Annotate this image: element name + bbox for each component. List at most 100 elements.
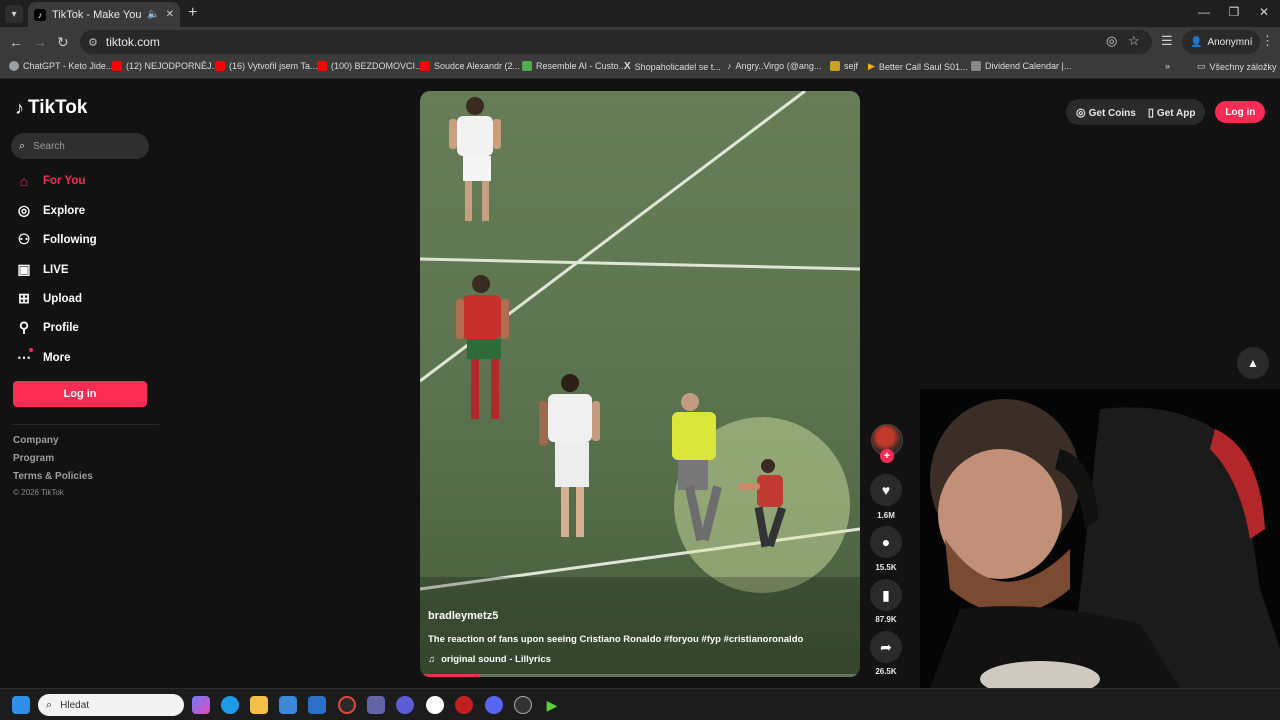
- site-info-icon[interactable]: ⚙: [88, 36, 98, 49]
- browser-tab[interactable]: ♪ TikTok - Make Your Day 🔈 ✕: [28, 2, 180, 27]
- get-app-button[interactable]: ▯ Get App: [1148, 106, 1196, 119]
- video-sound[interactable]: ♫ original sound - Lillyrics: [428, 654, 551, 665]
- forward-icon[interactable]: →: [33, 34, 47, 50]
- menu-kebab-icon[interactable]: ⋮: [1261, 33, 1274, 49]
- windows-taskbar: ⌕ Hledat ▶: [0, 688, 1280, 720]
- bookmark-item[interactable]: Soudce Alexandr (2...: [420, 61, 520, 71]
- tr-icon: [971, 61, 981, 71]
- store-icon[interactable]: [279, 696, 297, 714]
- url-field[interactable]: ⚙ tiktok.com: [80, 30, 1152, 54]
- edge-icon[interactable]: [221, 696, 239, 714]
- video-caption: The reaction of fans upon seeing Cristia…: [428, 634, 804, 645]
- close-window-icon[interactable]: ✕: [1254, 5, 1274, 19]
- reading-list-icon[interactable]: ☰: [1161, 33, 1173, 49]
- youtube-icon: [420, 61, 430, 71]
- nav-for-you[interactable]: ⌂ For You: [15, 173, 86, 189]
- url-text: tiktok.com: [105, 35, 160, 49]
- profile-button[interactable]: 👤 Anonymní: [1182, 30, 1261, 54]
- chrome-icon[interactable]: [338, 696, 356, 714]
- video-username[interactable]: bradleymetz5: [428, 610, 498, 622]
- bookmark-item[interactable]: X Shopaholicadel se t...: [624, 61, 721, 72]
- nav-following[interactable]: ⚇ Following: [15, 231, 97, 248]
- tiktok-logo[interactable]: ♪ TikTok: [15, 97, 87, 119]
- eye-off-icon[interactable]: ◎: [1106, 33, 1117, 49]
- coin-icon: ◎: [1076, 106, 1086, 119]
- back-icon[interactable]: ←: [9, 34, 23, 50]
- bookmarks-overflow-icon[interactable]: »: [1165, 61, 1170, 71]
- green-arrow-icon[interactable]: ▶: [543, 696, 561, 714]
- youtube-icon: [215, 61, 225, 71]
- taskbar-search[interactable]: ⌕ Hledat: [38, 694, 184, 716]
- bookmark-item[interactable]: (100) BEZDOMOVCI...: [317, 61, 423, 71]
- save-button[interactable]: ▮: [870, 579, 902, 611]
- brand-name: TikTok: [28, 97, 88, 118]
- app-icon[interactable]: [396, 696, 414, 714]
- tab-search-icon[interactable]: ▾: [5, 5, 23, 23]
- nav-profile[interactable]: ⚲ Profile: [15, 319, 79, 336]
- steam-icon[interactable]: [514, 696, 532, 714]
- bookmark-star-icon[interactable]: ☆: [1128, 33, 1140, 49]
- nav-upload[interactable]: ⊞ Upload: [15, 290, 82, 307]
- reload-icon[interactable]: ↻: [57, 34, 69, 51]
- x-icon: X: [624, 61, 631, 72]
- footer-link-program[interactable]: Program: [13, 453, 54, 464]
- share-arrow-icon: ➦: [880, 638, 892, 655]
- mail-icon[interactable]: [308, 696, 326, 714]
- like-button[interactable]: ♥: [870, 474, 902, 506]
- nav-more[interactable]: ⋯ More: [15, 349, 70, 366]
- bookmark-item[interactable]: sejf: [830, 61, 858, 71]
- discord-icon[interactable]: [485, 696, 503, 714]
- bookmark-item[interactable]: ChatGPT - Keto Jide...: [9, 61, 113, 71]
- address-bar-row: ← → ↻ ⚙ tiktok.com ◎ ☆ ☰ 👤 Anonymní ⋮: [0, 27, 1280, 57]
- all-bookmarks-button[interactable]: ▭ Všechny záložky: [1197, 61, 1277, 72]
- bookmark-item[interactable]: ♪ Angry..Virgo (@ang...: [727, 61, 821, 71]
- bookmark-item[interactable]: ▶ Better Call Saul S01...: [868, 61, 967, 72]
- tiktok-favicon-icon: ♪: [34, 8, 46, 21]
- bookmark-item[interactable]: Resemble AI - Custo...: [522, 61, 626, 71]
- profile-icon: ⚲: [18, 319, 30, 335]
- play-icon: ▶: [868, 61, 875, 71]
- bookmark-item[interactable]: Dividend Calendar |...: [971, 61, 1071, 71]
- bookmark-icon: ▮: [882, 586, 890, 603]
- video-progress-bar[interactable]: [420, 674, 860, 677]
- nav-explore[interactable]: ◎ Explore: [15, 202, 85, 219]
- divider: [13, 424, 159, 425]
- search-input[interactable]: ⌕ Search: [11, 133, 149, 159]
- teams-icon[interactable]: [367, 696, 385, 714]
- maximize-icon[interactable]: ❐: [1224, 5, 1244, 19]
- sidebar-login-button[interactable]: Log in: [13, 381, 147, 407]
- bookmarks-bar: ChatGPT - Keto Jide... (12) NEJODPORNĚJ.…: [0, 57, 1280, 79]
- comment-icon: ●: [881, 534, 891, 550]
- header-login-button[interactable]: Log in: [1215, 101, 1266, 123]
- wordpad-icon[interactable]: [426, 696, 444, 714]
- notification-dot: [29, 348, 33, 352]
- video-progress-fill: [420, 674, 480, 677]
- copilot-icon[interactable]: [192, 696, 210, 714]
- save-count: 87.9K: [875, 615, 897, 624]
- file-explorer-icon[interactable]: [250, 696, 268, 714]
- following-icon: ⚇: [17, 231, 31, 247]
- follow-plus-icon[interactable]: +: [880, 449, 894, 463]
- video-frame: [420, 91, 860, 677]
- previous-video-chevron-up-icon[interactable]: ▲: [1237, 347, 1269, 379]
- bookmark-item[interactable]: (12) NEJODPORNĚJ...: [112, 61, 219, 71]
- share-count: 26.5K: [875, 667, 897, 676]
- live-icon: ▣: [17, 261, 31, 277]
- new-tab-icon[interactable]: +: [188, 4, 197, 22]
- footer-link-company[interactable]: Company: [13, 435, 59, 446]
- footer-link-terms[interactable]: Terms & Policies: [13, 471, 93, 482]
- app-red-icon[interactable]: [455, 696, 473, 714]
- comment-button[interactable]: ●: [870, 526, 902, 558]
- share-button[interactable]: ➦: [870, 631, 902, 663]
- windows-start-icon[interactable]: [12, 696, 30, 714]
- search-icon: ⌕: [46, 698, 53, 711]
- speaker-icon[interactable]: 🔈: [147, 9, 159, 20]
- minimize-icon[interactable]: —: [1194, 5, 1214, 19]
- close-tab-icon[interactable]: ✕: [166, 9, 174, 20]
- video-player[interactable]: bradleymetz5 The reaction of fans upon s…: [420, 91, 860, 677]
- get-coins-button[interactable]: ◎ Get Coins: [1076, 106, 1136, 119]
- bookmark-item[interactable]: (16) Vytvořil jsem Ta...: [215, 61, 318, 71]
- header-pill: ◎ Get Coins ▯ Get App: [1066, 99, 1206, 125]
- nav-live[interactable]: ▣ LIVE: [15, 261, 68, 278]
- search-icon: ⌕: [19, 139, 26, 152]
